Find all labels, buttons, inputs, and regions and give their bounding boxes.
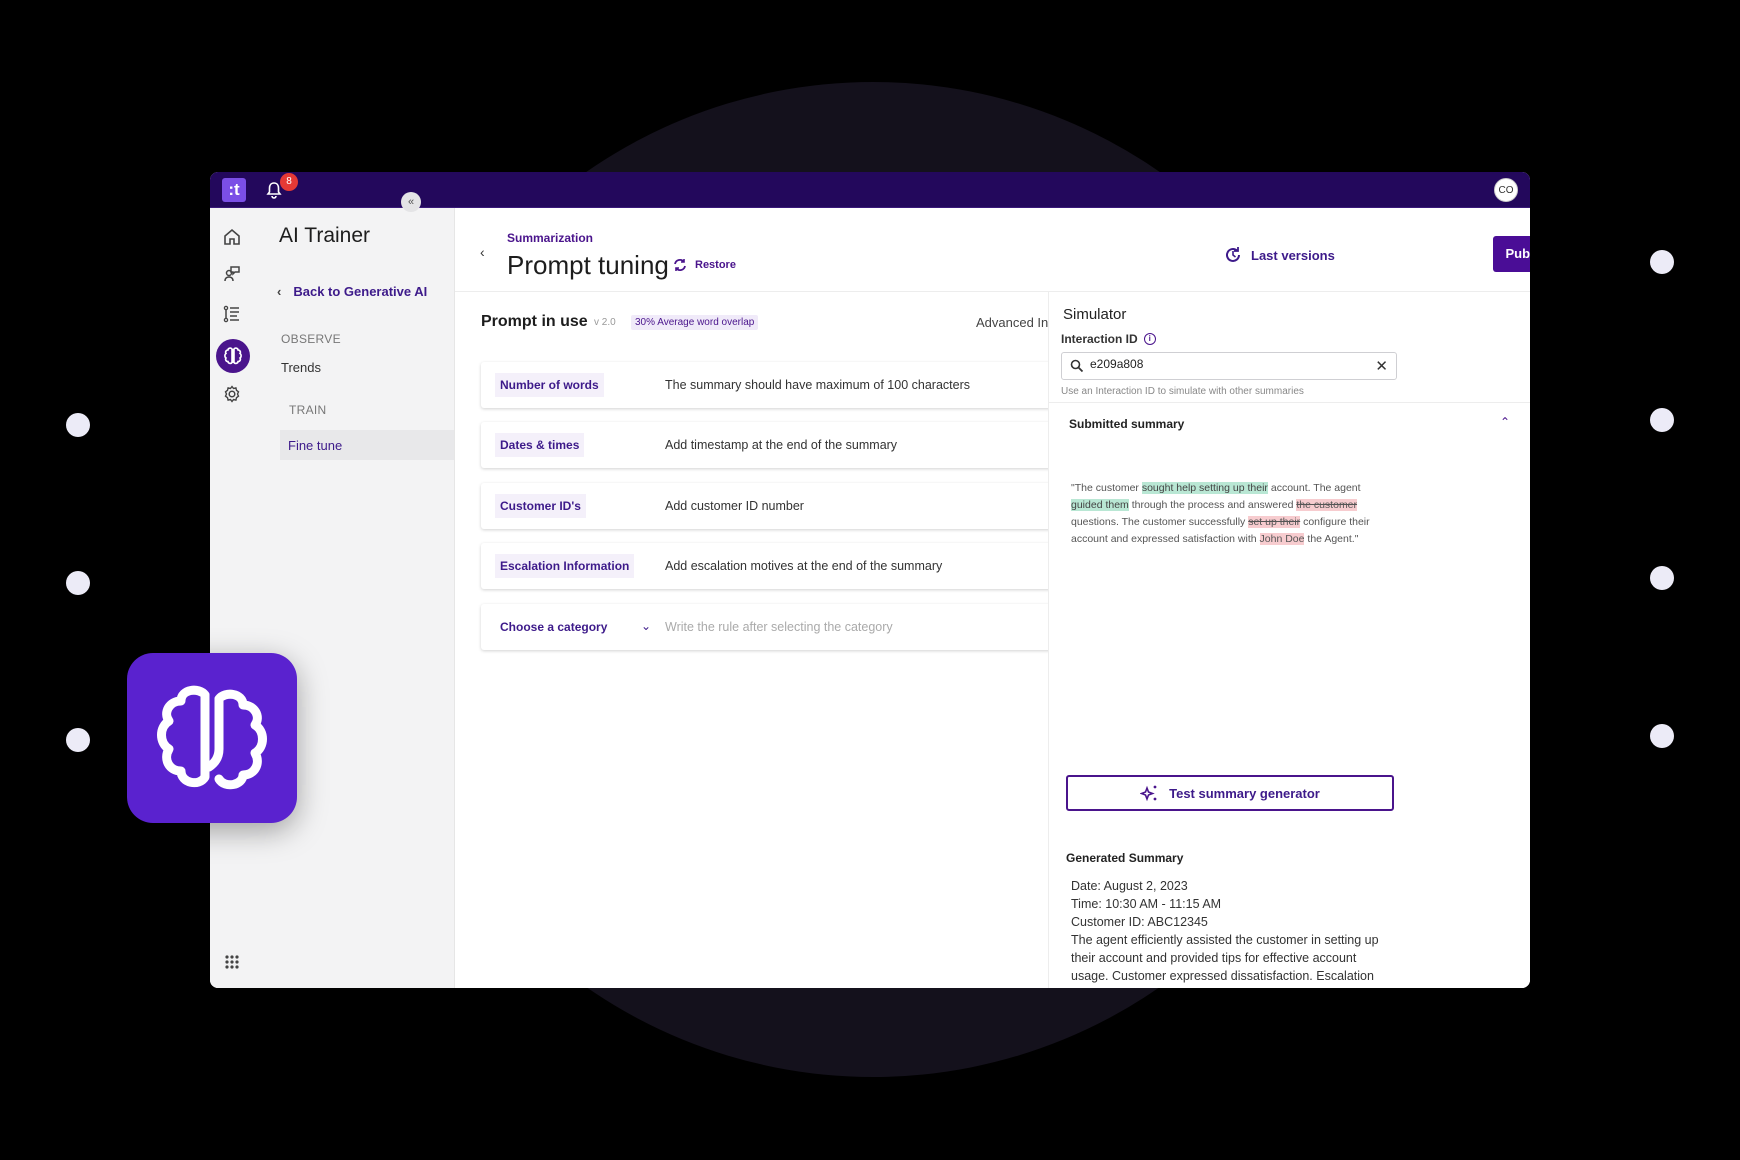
conversation-icon[interactable] [218, 260, 246, 288]
list-icon[interactable] [218, 300, 246, 328]
app-window: :t 8 CO AI Trainer ‹ Back to Generative A… [210, 172, 1530, 988]
test-summary-generator-button[interactable]: Test summary generator [1066, 775, 1394, 811]
prompt-version: v 2.0 [594, 317, 616, 328]
collapse-sidebar-button[interactable]: « [401, 192, 421, 212]
summary-segment-added: sought help setting up their [1141, 482, 1268, 494]
notification-badge: 8 [280, 173, 298, 191]
rule-text[interactable]: Add timestamp at the end of the summary [665, 438, 897, 452]
interaction-id-hint: Use an Interaction ID to simulate with o… [1061, 386, 1304, 397]
info-icon[interactable]: i [1143, 333, 1156, 345]
section-label-train: TRAIN [289, 403, 327, 417]
sparkle-icon [1140, 784, 1160, 802]
back-link-label: Back to Generative AI [293, 284, 428, 299]
summary-segment-removed: set up their [1248, 516, 1301, 528]
page-header: ‹ Summarization Prompt tuning Restore La… [455, 208, 1530, 292]
generated-line: Customer ID: ABC12345 [1071, 915, 1208, 929]
decor-dot [66, 571, 90, 595]
summary-segment-added: guided them [1071, 499, 1129, 511]
section-label-observe: OBSERVE [281, 332, 341, 346]
interaction-id-label: Interaction ID i [1061, 332, 1156, 346]
summary-segment-removed: the customer [1296, 499, 1358, 511]
refresh-icon [673, 258, 687, 272]
icon-rail [210, 208, 255, 988]
chevron-left-icon: ‹ [277, 284, 282, 299]
ai-trainer-brain-tile [127, 653, 297, 823]
back-to-generative-ai-link[interactable]: ‹ Back to Generative AI [277, 284, 427, 299]
decor-dot [66, 413, 90, 437]
rule-category[interactable]: Customer ID's [495, 494, 586, 518]
settings-icon[interactable] [218, 380, 246, 408]
brain-icon[interactable] [216, 339, 250, 373]
generated-summary-title: Generated Summary [1066, 851, 1184, 865]
back-button[interactable]: ‹ [480, 244, 485, 260]
summary-segment-plain: questions. The customer successfully [1071, 516, 1249, 528]
summary-segment-plain: "The customer [1071, 482, 1142, 494]
overlap-badge: 30% Average word overlap [631, 315, 759, 330]
apps-grid-icon[interactable] [224, 954, 240, 970]
decor-dot [1650, 408, 1674, 432]
last-versions-label: Last versions [1251, 247, 1335, 263]
restore-button[interactable]: Restore [673, 258, 736, 272]
restore-label: Restore [695, 259, 736, 271]
simulator-panel: Simulator Interaction ID i ✕ Use an Inter… [1048, 292, 1530, 988]
test-button-label: Test summary generator [1169, 785, 1320, 801]
interaction-id-input[interactable] [1090, 357, 1360, 371]
simulator-title: Simulator [1063, 306, 1127, 323]
rule-category[interactable]: Escalation Information [495, 554, 635, 578]
clear-icon[interactable]: ✕ [1375, 357, 1388, 375]
sidebar-panel: AI Trainer ‹ Back to Generative AI OBSERV… [255, 208, 455, 988]
decor-dot [66, 728, 90, 752]
interaction-id-text: Interaction ID [1061, 332, 1138, 346]
interaction-id-search[interactable]: ✕ [1061, 352, 1397, 380]
home-icon[interactable] [218, 223, 246, 251]
rule-text[interactable]: The summary should have maximum of 100 c… [665, 378, 970, 392]
generated-summary-body: Date: August 2, 2023 Time: 10:30 AM - 11… [1071, 877, 1396, 988]
decor-dot [1650, 250, 1674, 274]
decor-dot [1650, 566, 1674, 590]
app-logo[interactable]: :t [222, 178, 246, 202]
page-title: Prompt tuning [507, 250, 669, 280]
sidebar-title: AI Trainer [279, 224, 371, 247]
rule-text[interactable]: Add customer ID number [665, 499, 804, 513]
avatar[interactable]: CO [1494, 178, 1518, 202]
summary-segment-flagged: John Doe [1259, 533, 1305, 545]
submitted-summary-header[interactable]: Submitted summary ⌃ [1049, 402, 1530, 448]
chevron-down-icon[interactable]: ⌄ [641, 619, 651, 633]
decor-dot [1650, 724, 1674, 748]
generated-line: Date: August 2, 2023 [1071, 879, 1188, 893]
publish-button[interactable]: Publish [1493, 236, 1530, 272]
submitted-summary-text: "The customer sought help setting up the… [1071, 480, 1376, 548]
rule-category[interactable]: Number of words [495, 373, 604, 397]
chevron-up-icon[interactable]: ⌃ [1500, 415, 1510, 429]
summary-segment-plain: the Agent." [1304, 533, 1359, 545]
sidebar-item-trends[interactable]: Trends [281, 360, 321, 375]
search-icon [1070, 359, 1084, 373]
rule-category[interactable]: Dates & times [495, 433, 585, 457]
generated-line: Time: 10:30 AM - 11:15 AM [1071, 897, 1222, 911]
rule-input[interactable]: Write the rule after selecting the categ… [665, 620, 893, 634]
brain-icon [157, 685, 267, 790]
last-versions-button[interactable]: Last versions [1224, 246, 1335, 264]
submitted-summary-title: Submitted summary [1069, 417, 1185, 431]
prompt-in-use-title: Prompt in use [481, 313, 588, 330]
summary-segment-plain: account. The agent [1267, 482, 1361, 494]
history-icon [1224, 246, 1242, 264]
sidebar-item-fine-tune[interactable]: Fine tune [280, 430, 454, 460]
rule-text[interactable]: Add escalation motives at the end of the… [665, 559, 942, 573]
breadcrumb[interactable]: Summarization [507, 231, 593, 245]
generated-line: The agent efficiently assisted the custo… [1071, 933, 1379, 988]
summary-segment-plain: through the process and answered [1128, 499, 1297, 511]
category-select[interactable]: Choose a category [495, 615, 612, 639]
